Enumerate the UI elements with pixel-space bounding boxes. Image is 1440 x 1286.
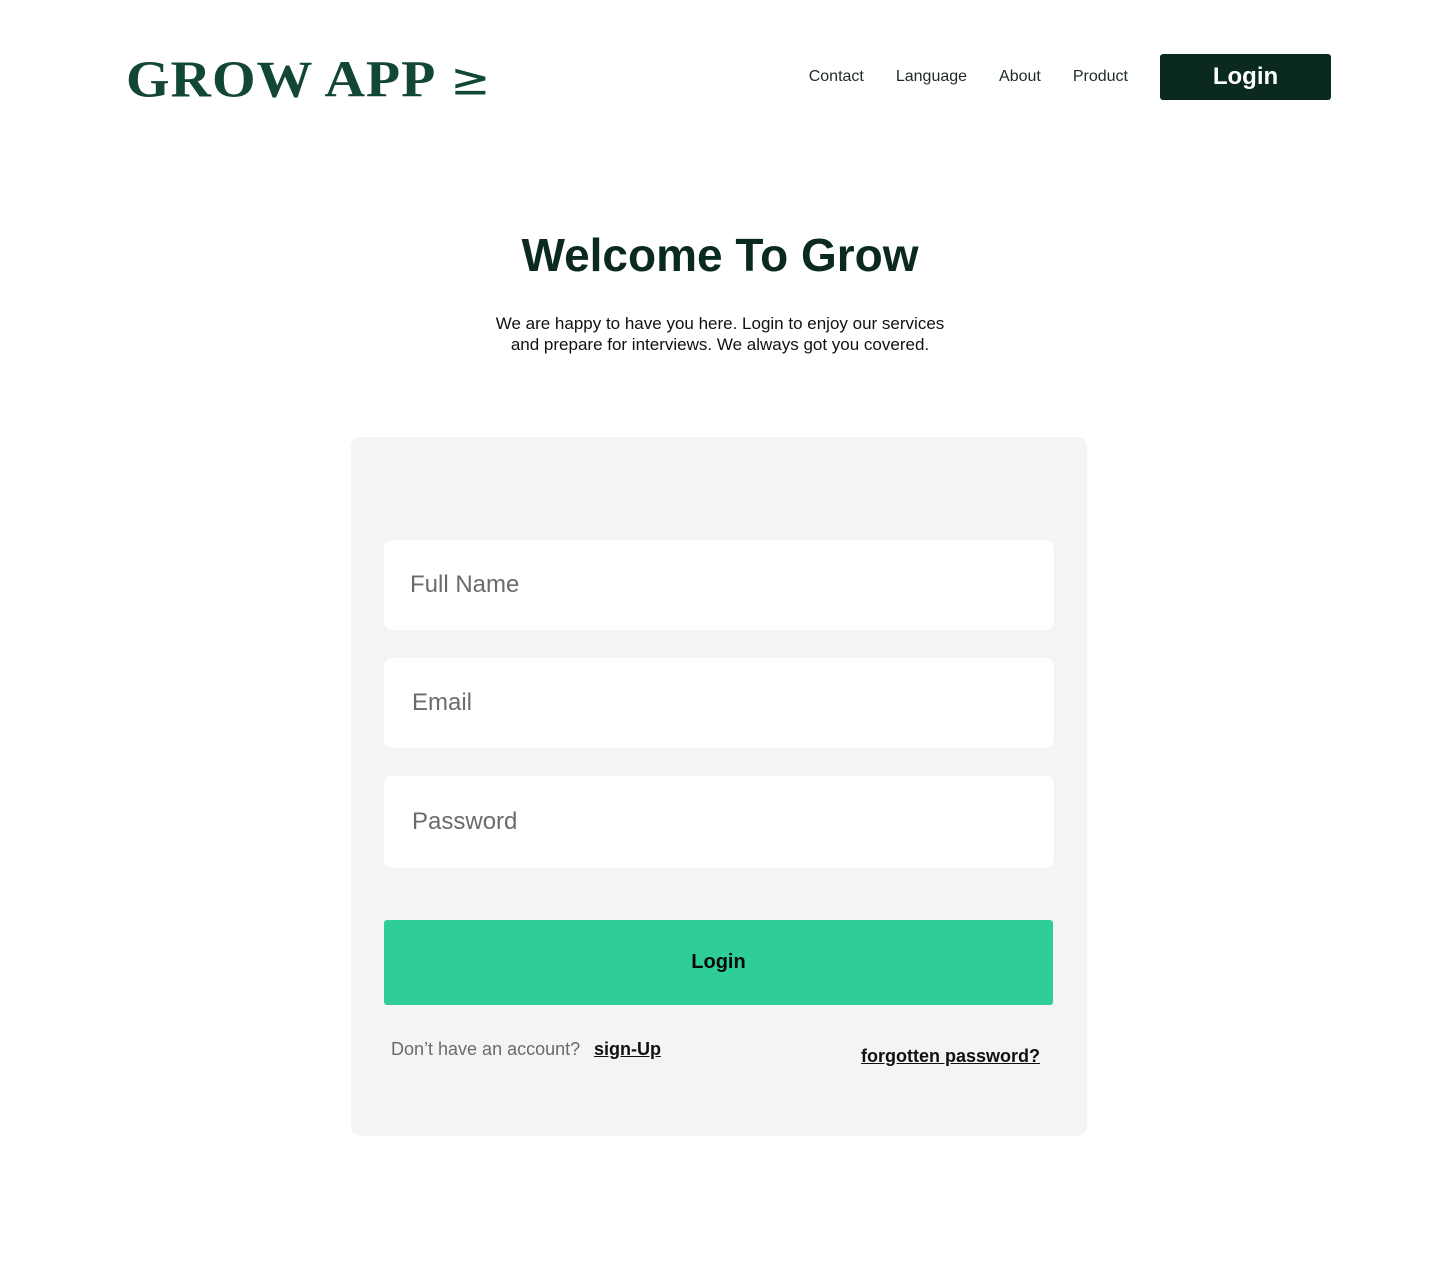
page-subtitle: We are happy to have you here. Login to … <box>0 313 1440 355</box>
logo-text: GROW APP <box>126 51 437 109</box>
subtitle-line-1: We are happy to have you here. Login to … <box>495 314 945 333</box>
app-logo[interactable]: GROW APP ≥ <box>126 51 492 109</box>
forgot-password-link[interactable]: forgotten password? <box>861 1046 1040 1067</box>
login-page: GROW APP ≥ Contact Language About Produc… <box>0 0 1440 1286</box>
password-input[interactable] <box>384 776 1054 868</box>
no-account-text: Don’t have an account? <box>391 1039 581 1059</box>
nav-product-link[interactable]: Product <box>1073 68 1128 86</box>
login-submit-button[interactable]: Login <box>384 920 1053 1005</box>
page-title: Welcome To Grow <box>521 229 919 281</box>
signup-link[interactable]: sign-Up <box>594 1039 661 1060</box>
main-nav: Contact Language About Product Login <box>809 54 1331 100</box>
login-card: Login Don’t have an account? sign-Up for… <box>351 437 1087 1136</box>
nav-contact-link[interactable]: Contact <box>809 68 864 86</box>
logo-icon: ≥ <box>450 54 492 106</box>
full-name-input[interactable] <box>384 540 1054 630</box>
subtitle-line-2: and prepare for interviews. We always go… <box>510 335 930 354</box>
nav-about-link[interactable]: About <box>999 68 1041 86</box>
email-input[interactable] <box>384 658 1054 748</box>
header-login-button[interactable]: Login <box>1160 54 1331 100</box>
nav-language-link[interactable]: Language <box>896 68 967 86</box>
